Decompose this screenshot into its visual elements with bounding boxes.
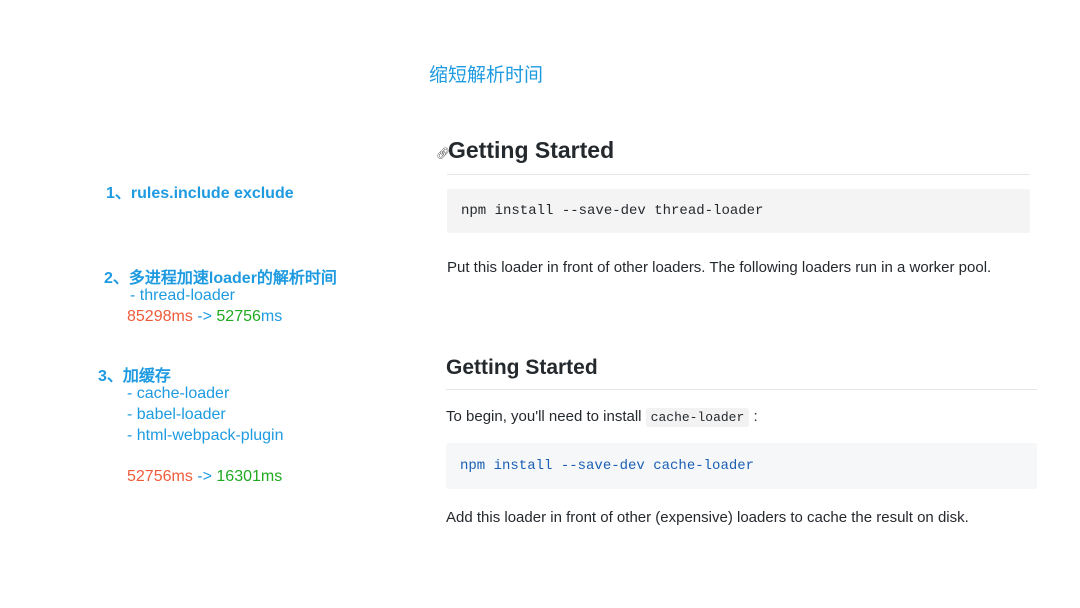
doc1-heading: Getting Started bbox=[448, 137, 615, 163]
item-3-sub-cache-loader: - cache-loader bbox=[127, 385, 230, 402]
item-1-heading: 1、rules.include exclude bbox=[106, 185, 294, 202]
doc2-heading: Getting Started bbox=[446, 356, 598, 379]
doc2-intro-text: To begin, you'll need to install bbox=[446, 408, 642, 425]
item-2-timing: 85298ms -> 52756ms bbox=[127, 308, 282, 326]
item-3-sub-html-webpack-plugin: - html-webpack-plugin bbox=[127, 427, 284, 444]
time-after-unit: ms bbox=[260, 308, 283, 325]
item-2-heading: 2、多进程加速loader的解析时间 bbox=[104, 270, 337, 287]
doc1-divider bbox=[447, 174, 1030, 175]
item-3-heading: 3、加缓存 bbox=[98, 368, 171, 385]
time-before: 85298ms bbox=[127, 308, 193, 325]
doc2-paragraph: Add this loader in front of other (expen… bbox=[446, 509, 969, 526]
doc2-intro: To begin, you'll need to install cache-l… bbox=[446, 408, 758, 427]
time-arrow: -> bbox=[192, 468, 217, 485]
item-3-timing: 52756ms -> 16301ms bbox=[127, 468, 282, 486]
time-before: 52756ms bbox=[127, 468, 193, 485]
time-arrow: -> bbox=[192, 308, 217, 325]
doc2-inline-code: cache-loader bbox=[645, 408, 750, 427]
doc2-intro-suffix: : bbox=[753, 408, 758, 425]
time-after-value: 52756 bbox=[216, 308, 261, 325]
item-2-sub: - thread-loader bbox=[130, 287, 235, 304]
time-after: 16301ms bbox=[216, 468, 283, 485]
doc2-divider bbox=[446, 389, 1037, 390]
slide-title: 缩短解析时间 bbox=[428, 65, 543, 86]
doc1-code-block[interactable]: npm install --save-dev thread-loader bbox=[447, 189, 1030, 233]
doc2-code-block[interactable]: npm install --save-dev cache-loader bbox=[446, 443, 1037, 489]
doc1-paragraph: Put this loader in front of other loader… bbox=[447, 259, 992, 276]
item-3-sub-babel-loader: - babel-loader bbox=[127, 406, 226, 423]
